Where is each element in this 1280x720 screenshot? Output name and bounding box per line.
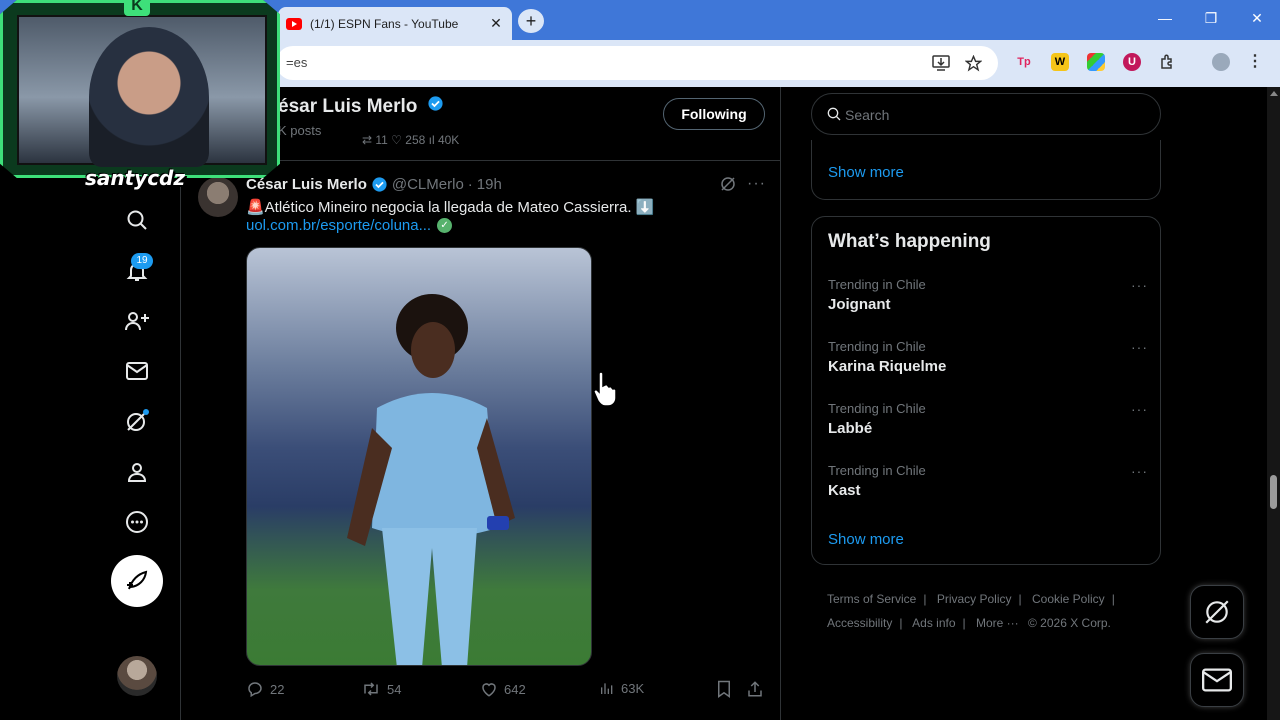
- account-avatar[interactable]: [117, 656, 157, 696]
- close-window-button[interactable]: ✕: [1242, 10, 1272, 27]
- privacy-link[interactable]: Privacy Policy: [937, 592, 1012, 606]
- share-icon: [748, 681, 762, 697]
- header-posts-count: K posts: [278, 123, 322, 138]
- extensions-puzzle-icon[interactable]: [1159, 53, 1177, 71]
- follow-icon[interactable]: [121, 305, 153, 337]
- url-text: =es: [286, 55, 308, 70]
- tweet-handle[interactable]: @CLMerlo: [392, 176, 464, 193]
- like-button[interactable]: 642: [480, 680, 526, 698]
- address-bar[interactable]: =es: [276, 46, 998, 80]
- restore-button[interactable]: ❐: [1196, 10, 1226, 27]
- youtube-icon: [286, 17, 302, 30]
- whats-happening-card: What’s happening Trending in Chile Joign…: [811, 216, 1161, 565]
- trend-item[interactable]: Trending in Chile Joignant ···: [828, 277, 1148, 321]
- tweet-header: César Luis Merlo @CLMerlo · 19h: [246, 176, 502, 193]
- streamer-image: [89, 27, 209, 167]
- bookmark-star-icon[interactable]: [964, 54, 983, 76]
- verified-icon: [372, 177, 387, 192]
- tweet-image[interactable]: [246, 247, 592, 666]
- more-link[interactable]: More ···: [976, 616, 1019, 630]
- trend-item[interactable]: Trending in Chile Kast ···: [828, 463, 1148, 507]
- post-button[interactable]: [111, 555, 163, 607]
- webcam-logo: K: [124, 0, 150, 16]
- search-icon: [827, 107, 841, 121]
- following-button[interactable]: Following: [663, 98, 765, 130]
- messages-float-button[interactable]: [1190, 653, 1244, 707]
- bookmark-icon: [718, 680, 730, 698]
- reply-icon: [248, 682, 262, 698]
- verified-icon: [428, 96, 443, 111]
- page-scrollbar[interactable]: [1267, 87, 1280, 720]
- feather-icon: [127, 570, 148, 590]
- search-icon[interactable]: [121, 204, 153, 236]
- more-icon[interactable]: [121, 506, 153, 538]
- webcam-overlay: [0, 0, 280, 178]
- scroll-up-arrow-icon[interactable]: [1270, 91, 1278, 96]
- football-player-image: [347, 294, 515, 665]
- grok-float-button[interactable]: [1190, 585, 1244, 639]
- search-box[interactable]: Search: [811, 93, 1161, 135]
- extension-color-icon[interactable]: [1087, 53, 1105, 71]
- show-more-link[interactable]: Show more: [828, 164, 904, 181]
- browser-profile-avatar[interactable]: [1212, 53, 1230, 71]
- install-app-icon[interactable]: [932, 55, 950, 75]
- trend-item[interactable]: Trending in Chile Karina Riquelme ···: [828, 339, 1148, 383]
- verified-link-icon: ✓: [437, 218, 453, 233]
- bookmark-button[interactable]: [716, 680, 732, 698]
- whats-happening-title: What’s happening: [828, 231, 991, 252]
- extension-tp-icon[interactable]: Tp: [1015, 53, 1033, 71]
- timeline: ésar Luis Merlo K posts ⇄ 11 ♡ 258 ıl 40…: [182, 87, 781, 720]
- profile-icon[interactable]: [121, 456, 153, 488]
- accessibility-link[interactable]: Accessibility: [827, 616, 892, 630]
- grok-icon: [1205, 600, 1229, 624]
- tweet-link[interactable]: uol.com.br/esporte/coluna... ✓: [246, 217, 453, 234]
- trend-more-icon[interactable]: ···: [1131, 463, 1148, 479]
- browser-tab[interactable]: (1/1) ESPN Fans - YouTube ✕: [278, 7, 512, 40]
- browser-menu-icon[interactable]: ⋮: [1246, 53, 1264, 71]
- webcam-video: [17, 15, 267, 167]
- header-account-name: ésar Luis Merlo: [278, 95, 448, 118]
- search-placeholder: Search: [845, 107, 890, 123]
- scrollbar-thumb[interactable]: [1270, 475, 1277, 509]
- repost-icon: [364, 682, 378, 696]
- tweet-author-avatar[interactable]: [198, 177, 238, 217]
- notification-badge: 19: [131, 253, 153, 269]
- share-button[interactable]: [746, 680, 764, 698]
- tab-title: (1/1) ESPN Fans - YouTube: [310, 16, 459, 31]
- tweet-actions: 22 54 642 63K: [246, 680, 766, 700]
- messages-icon: [1202, 668, 1232, 692]
- tweet-author-name[interactable]: César Luis Merlo: [246, 176, 367, 193]
- grok-explain-icon[interactable]: [719, 175, 737, 198]
- ads-info-link[interactable]: Ads info: [912, 616, 955, 630]
- tweet-more-icon[interactable]: ···: [747, 175, 766, 193]
- tab-close-button[interactable]: ✕: [486, 15, 506, 32]
- extension-u-icon[interactable]: U: [1123, 53, 1141, 71]
- grok-icon[interactable]: [121, 405, 153, 437]
- cookie-link[interactable]: Cookie Policy: [1032, 592, 1105, 606]
- tweet-separator: ·: [467, 176, 473, 193]
- heart-icon: [482, 683, 496, 697]
- views-icon: [601, 683, 613, 694]
- sidebar-footer: Terms of Service | Privacy Policy | Cookie…: [827, 592, 1115, 630]
- trend-more-icon[interactable]: ···: [1131, 339, 1148, 355]
- trend-more-icon[interactable]: ···: [1131, 401, 1148, 417]
- minimize-button[interactable]: —: [1150, 10, 1180, 26]
- tweet-time[interactable]: 19h: [477, 176, 502, 193]
- views-button[interactable]: 63K: [599, 680, 644, 696]
- copyright-text: © 2026 X Corp.: [1028, 616, 1111, 630]
- hand-cursor-icon: [592, 371, 617, 411]
- extension-w-icon[interactable]: W: [1051, 53, 1069, 71]
- terms-link[interactable]: Terms of Service: [827, 592, 916, 606]
- new-tab-button[interactable]: +: [518, 9, 544, 33]
- streamer-name: santycdz: [84, 166, 186, 190]
- trend-item[interactable]: Trending in Chile Labbé ···: [828, 401, 1148, 445]
- messages-icon[interactable]: [121, 355, 153, 387]
- trend-more-icon[interactable]: ···: [1131, 277, 1148, 293]
- tweet-text: 🚨Atlético Mineiro negocia la llegada de …: [246, 199, 655, 216]
- show-more-link[interactable]: Show more: [828, 531, 904, 548]
- previous-sidebar-card: Show more: [811, 140, 1161, 200]
- reply-button[interactable]: 22: [246, 680, 284, 698]
- previous-post-stats: ⇄ 11 ♡ 258 ıl 40K: [362, 133, 460, 147]
- repost-button[interactable]: 54: [361, 680, 401, 698]
